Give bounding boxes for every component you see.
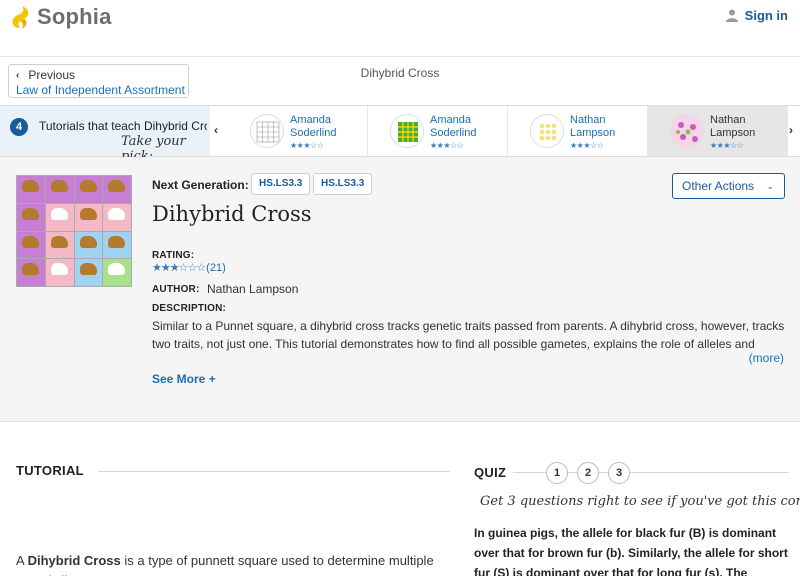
thumb-cell bbox=[45, 176, 74, 203]
tutorial-thumbnail bbox=[16, 175, 132, 287]
thumb-cell bbox=[74, 203, 103, 231]
tutorial-card[interactable]: Amanda Soderlind ★★★☆☆ bbox=[368, 106, 508, 156]
see-more-link[interactable]: See More + bbox=[152, 372, 216, 386]
quiz-heading: QUIZ bbox=[474, 465, 507, 480]
quiz-question-2-button[interactable]: 2 bbox=[577, 462, 599, 484]
rating-row[interactable]: ★★★☆☆☆ (21) bbox=[152, 261, 226, 275]
thumb-cell bbox=[74, 231, 103, 259]
sign-in-label: Sign in bbox=[744, 8, 788, 23]
standard-tag[interactable]: HS.LS3.3 bbox=[251, 173, 311, 195]
sophia-logo[interactable]: Sophia bbox=[10, 4, 112, 30]
thumb-cell bbox=[103, 259, 131, 286]
quiz-question-1-button[interactable]: 1 bbox=[546, 462, 568, 484]
thumb-cell bbox=[45, 259, 74, 286]
tutorials-strip: 4 Tutorials that teach Dihybrid Cross Ta… bbox=[0, 105, 800, 164]
rating-stars: ★★★☆☆☆ bbox=[152, 262, 206, 274]
tutorial-title: Dihybrid Cross bbox=[152, 202, 312, 226]
intro-prefix: A bbox=[16, 553, 28, 568]
divider bbox=[98, 471, 450, 472]
thumb-cell bbox=[45, 203, 74, 231]
logo-text: Sophia bbox=[37, 4, 112, 29]
quiz-question-3-button[interactable]: 3 bbox=[608, 462, 630, 484]
thumb-cell bbox=[45, 231, 74, 259]
previous-link[interactable]: Law of Independent Assortment bbox=[16, 83, 188, 97]
rating-label: RATING: bbox=[152, 250, 195, 261]
description-label: DESCRIPTION: bbox=[152, 303, 227, 314]
tutorial-card-selected[interactable]: Nathan Lampson ★★★☆☆ bbox=[648, 106, 788, 156]
card-thumbnail bbox=[530, 114, 564, 148]
other-actions-label: Other Actions bbox=[682, 179, 755, 193]
quiz-question-text: In guinea pigs, the allele for black fur… bbox=[474, 526, 788, 576]
strip-prev-arrow-icon[interactable]: ‹ bbox=[214, 123, 218, 137]
card-rating-stars: ★★★☆☆ bbox=[710, 141, 744, 150]
card-rating-stars: ★★★☆☆ bbox=[570, 141, 604, 150]
card-author: Nathan Lampson bbox=[710, 114, 756, 139]
page-title: Dihybrid Cross bbox=[360, 66, 440, 80]
description-text: Similar to a Punnet square, a dihybrid c… bbox=[152, 319, 785, 351]
tutorial-card[interactable]: Amanda Soderlind ★★★☆☆ bbox=[228, 106, 368, 156]
tutorial-heading: TUTORIAL bbox=[16, 463, 84, 478]
thumb-cell bbox=[17, 203, 45, 231]
chevron-down-icon: ⌄ bbox=[766, 181, 774, 191]
author-label: AUTHOR: bbox=[152, 284, 200, 295]
card-thumbnail bbox=[390, 114, 424, 148]
tutorials-strip-header: 4 Tutorials that teach Dihybrid Cross Ta… bbox=[0, 106, 210, 164]
card-author: Nathan Lampson bbox=[570, 114, 616, 139]
thumb-cell bbox=[103, 176, 131, 203]
card-rating-stars: ★★★☆☆ bbox=[430, 141, 464, 150]
thumb-cell bbox=[74, 259, 103, 286]
card-rating-stars: ★★★☆☆ bbox=[290, 141, 324, 150]
thumb-cell bbox=[17, 176, 45, 203]
card-author: Amanda Soderlind bbox=[290, 114, 337, 139]
sign-in-button[interactable]: Sign in bbox=[725, 8, 788, 23]
intro-bold: Dihybrid Cross bbox=[27, 553, 121, 568]
thumb-cell bbox=[17, 259, 45, 286]
sophia-logo-icon bbox=[12, 6, 29, 29]
top-bar: Sophia Sign in bbox=[0, 0, 800, 57]
tutorial-details: Next Generation: HS.LS3.3 HS.LS3.3 Other… bbox=[0, 157, 800, 422]
card-thumbnail bbox=[250, 114, 284, 148]
card-thumbnail bbox=[670, 114, 704, 148]
other-actions-dropdown[interactable]: Other Actions ⌄ bbox=[672, 173, 785, 199]
thumb-cell bbox=[74, 176, 103, 203]
rating-count[interactable]: (21) bbox=[206, 262, 226, 274]
strip-next-arrow-icon[interactable]: › bbox=[789, 123, 793, 137]
more-link[interactable]: (more) bbox=[749, 351, 784, 365]
tutorial-intro: A Dihybrid Cross is a type of punnett sq… bbox=[16, 551, 446, 576]
quiz-instructions: Get 3 questions right to see if you've g… bbox=[480, 494, 800, 509]
card-author: Amanda Soderlind bbox=[430, 114, 477, 139]
thumb-cell bbox=[103, 231, 131, 259]
tutorials-strip-title: Tutorials that teach Dihybrid Cross bbox=[39, 119, 207, 133]
next-generation-label: Next Generation: bbox=[152, 178, 249, 192]
thumb-cell bbox=[17, 231, 45, 259]
standard-tag[interactable]: HS.LS3.3 bbox=[313, 173, 373, 195]
tutorial-count-badge: 4 bbox=[10, 118, 28, 136]
thumb-cell bbox=[103, 203, 131, 231]
user-icon bbox=[725, 9, 738, 22]
author-name: Nathan Lampson bbox=[207, 282, 299, 296]
tutorial-card[interactable]: Nathan Lampson ★★★☆☆ bbox=[508, 106, 648, 156]
